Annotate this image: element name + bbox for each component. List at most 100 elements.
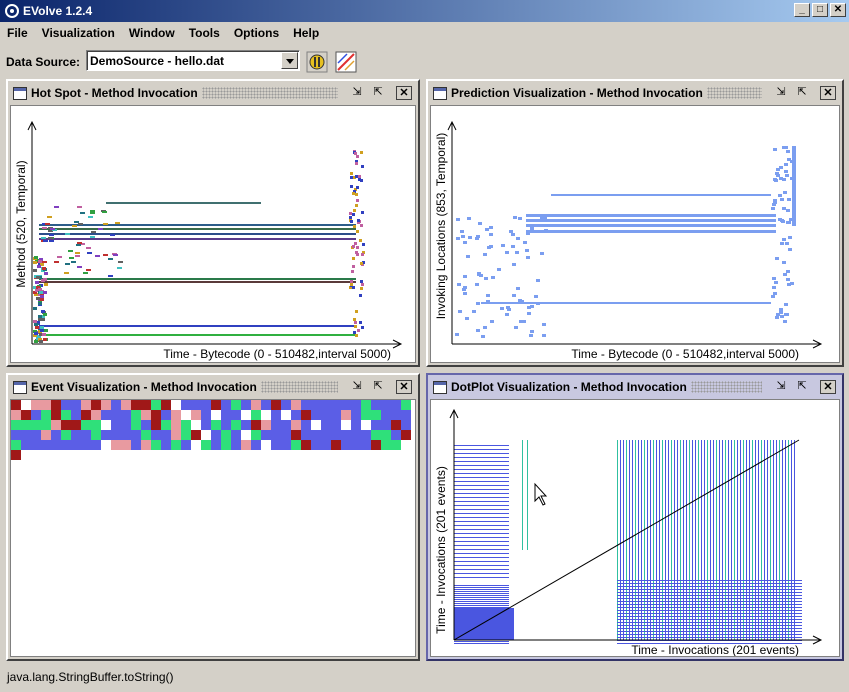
- menu-options[interactable]: Options: [227, 24, 286, 44]
- prediction-panel[interactable]: Prediction Visualization - Method Invoca…: [426, 79, 844, 367]
- dotplot-panel[interactable]: DotPlot Visualization - Method Invocatio…: [426, 373, 844, 661]
- hotspot-cell: [117, 267, 122, 269]
- prediction-cell: [468, 236, 472, 239]
- event-cell: [231, 430, 241, 440]
- iconify-icon[interactable]: ⇲: [773, 380, 789, 394]
- event-cell: [281, 440, 291, 450]
- prediction-line: [526, 230, 776, 233]
- dotplot-row: [454, 461, 509, 462]
- maximize-icon[interactable]: ⇱: [370, 380, 386, 394]
- prediction-cell: [534, 295, 538, 298]
- menu-file[interactable]: File: [0, 24, 35, 44]
- iconify-icon[interactable]: ⇲: [349, 86, 365, 100]
- hotspot-cell: [64, 272, 69, 274]
- event-cell: [231, 420, 241, 430]
- close-icon[interactable]: ✕: [820, 86, 836, 100]
- prediction-cell: [518, 217, 522, 220]
- event-cell: [21, 440, 31, 450]
- hotspot-cell: [43, 240, 48, 242]
- event-cell: [181, 430, 191, 440]
- prediction-cell: [515, 251, 519, 254]
- hotspot-cell: [349, 216, 352, 219]
- prediction-cell: [773, 199, 777, 202]
- maximize-icon[interactable]: ⇱: [370, 86, 386, 100]
- maximize-icon[interactable]: ⇱: [794, 86, 810, 100]
- dotplot-row: [454, 557, 509, 558]
- prediction-cell: [783, 191, 787, 194]
- prediction-cell: [787, 198, 791, 201]
- event-cell: [381, 410, 391, 420]
- event-cell: [11, 420, 21, 430]
- menu-help[interactable]: Help: [286, 24, 326, 44]
- prediction-title: Prediction Visualization - Method Invoca…: [451, 86, 703, 100]
- prediction-cell: [782, 238, 786, 241]
- prediction-cell: [542, 334, 546, 337]
- event-cell: [11, 450, 21, 460]
- close-icon[interactable]: ✕: [396, 380, 412, 394]
- hotspot-cell: [40, 298, 44, 301]
- maximize-button[interactable]: □: [812, 3, 828, 17]
- dotplot-row: [617, 613, 802, 614]
- dotplot-row: [454, 587, 509, 588]
- hotspot-canvas[interactable]: Method (520, Temporal) Time - Bytecode (…: [10, 105, 416, 363]
- event-panel[interactable]: Event Visualization - Method Invocation …: [6, 373, 420, 661]
- event-cell: [91, 430, 101, 440]
- hotspot-title-bar[interactable]: Hot Spot - Method Invocation ⇲ ⇱ ✕: [10, 83, 416, 103]
- prediction-cell: [771, 207, 775, 210]
- hotspot-cell: [359, 294, 362, 297]
- event-cell: [261, 420, 271, 430]
- prediction-cell: [526, 232, 530, 235]
- prediction-cell: [463, 275, 467, 278]
- event-cell: [171, 420, 181, 430]
- event-cell: [141, 400, 151, 410]
- event-cell: [21, 430, 31, 440]
- prediction-cell: [486, 300, 490, 303]
- data-source-select[interactable]: DemoSource - hello.dat: [86, 50, 300, 71]
- hotspot-cell: [38, 318, 42, 321]
- iconify-icon[interactable]: ⇲: [349, 380, 365, 394]
- event-title-bar[interactable]: Event Visualization - Method Invocation …: [10, 377, 416, 397]
- prediction-cell: [786, 278, 790, 281]
- dotplot-row: [454, 641, 509, 642]
- prediction-cell: [527, 312, 531, 315]
- close-icon[interactable]: ✕: [820, 380, 836, 394]
- minimize-button[interactable]: _: [794, 3, 810, 17]
- prediction-title-bar[interactable]: Prediction Visualization - Method Invoca…: [430, 83, 840, 103]
- hotspot-cell: [34, 340, 38, 343]
- hotspot-cell: [359, 239, 362, 242]
- menu-visualization[interactable]: Visualization: [35, 24, 122, 44]
- window-title-bar[interactable]: EVolve 1.2.4 _ □ ✕: [0, 0, 849, 22]
- event-cell: [341, 410, 351, 420]
- dotplot-row: [454, 481, 509, 482]
- hotspot-cell: [71, 261, 76, 263]
- close-icon[interactable]: ✕: [396, 86, 412, 100]
- chart-icon[interactable]: [335, 51, 357, 73]
- event-cell: [161, 400, 171, 410]
- event-cell: [211, 420, 221, 430]
- hotspot-panel[interactable]: Hot Spot - Method Invocation ⇲ ⇱ ✕ Metho…: [6, 79, 420, 367]
- maximize-icon[interactable]: ⇱: [794, 380, 810, 394]
- hotspot-cell: [353, 318, 356, 321]
- dotplot-chart: Time - Invocations (201 events) Time - I…: [434, 408, 823, 656]
- event-cell: [401, 430, 411, 440]
- menu-window[interactable]: Window: [122, 24, 182, 44]
- close-button[interactable]: ✕: [830, 3, 846, 17]
- dotplot-canvas[interactable]: Time - Invocations (201 events) Time - I…: [430, 399, 840, 657]
- status-bar: java.lang.StringBuffer.toString(): [0, 664, 849, 692]
- prediction-cell: [506, 306, 510, 309]
- hotspot-cell: [40, 329, 44, 332]
- run-icon[interactable]: [306, 51, 328, 73]
- event-cell: [11, 430, 21, 440]
- prediction-cell: [457, 283, 461, 286]
- event-canvas[interactable]: [10, 399, 416, 657]
- event-cell: [381, 420, 391, 430]
- hotspot-cell: [41, 237, 46, 239]
- iconify-icon[interactable]: ⇲: [773, 86, 789, 100]
- dotplot-title-bar[interactable]: DotPlot Visualization - Method Invocatio…: [430, 377, 840, 397]
- hotspot-cell: [356, 199, 359, 202]
- event-cell: [371, 410, 381, 420]
- chevron-down-icon[interactable]: [281, 52, 298, 69]
- prediction-cell: [779, 177, 783, 180]
- menu-tools[interactable]: Tools: [182, 24, 227, 44]
- prediction-canvas[interactable]: Invoking Locations (853, Temporal) Time …: [430, 105, 840, 363]
